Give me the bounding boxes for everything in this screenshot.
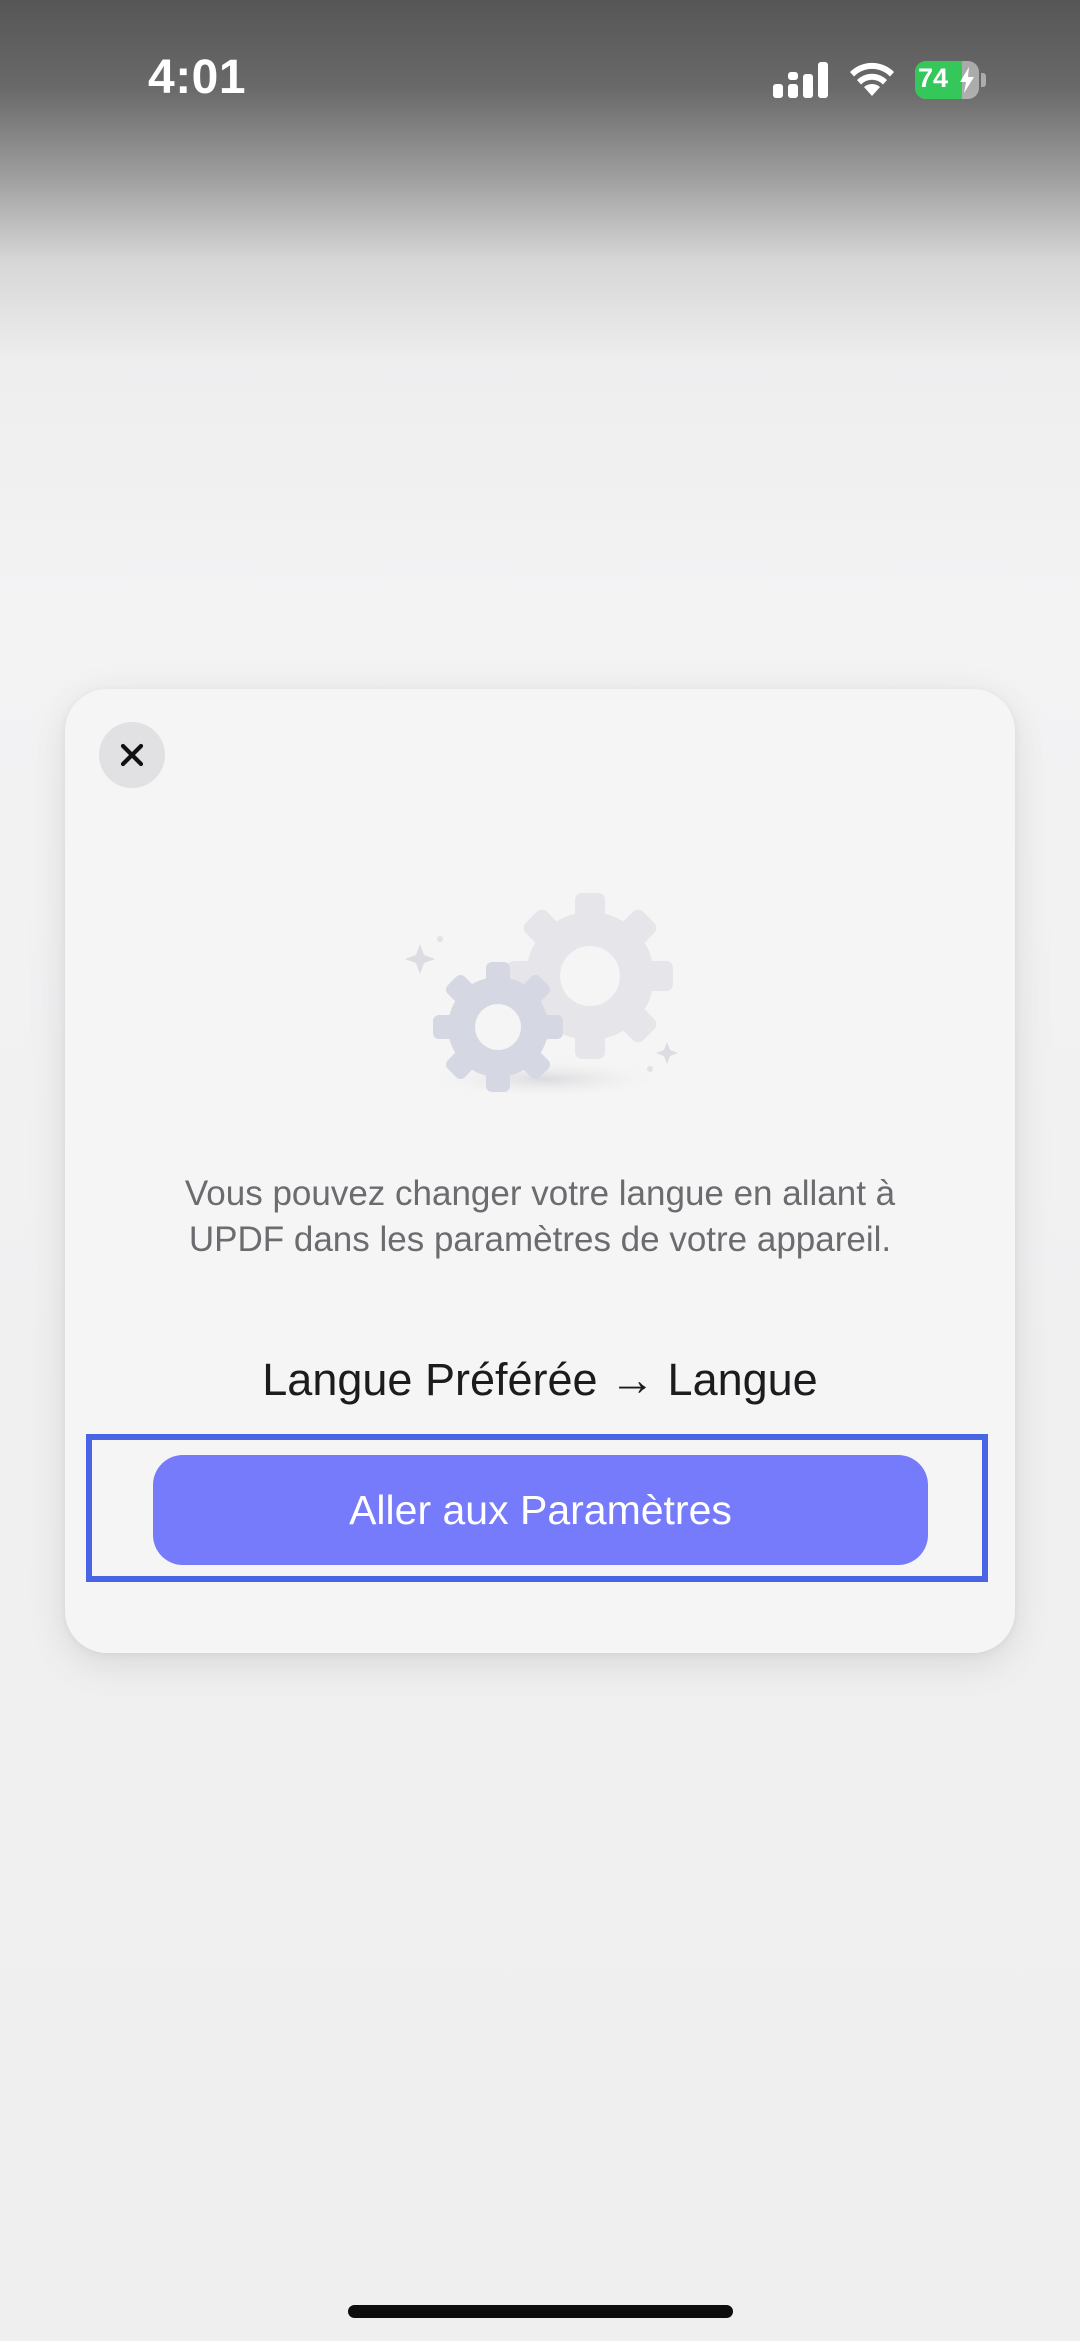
battery-icon: 74: [915, 61, 986, 99]
cellular-signal-icon: [773, 62, 828, 98]
status-bar: 4:01 74: [0, 0, 1080, 160]
battery-cap: [981, 73, 986, 87]
status-time: 4:01: [148, 51, 247, 104]
home-indicator: [348, 2305, 733, 2318]
settings-path: Langue Préférée → Langue: [262, 1354, 818, 1405]
language-dialog: Vous pouvez changer votre langue en alla…: [65, 689, 1015, 1653]
battery-level: 74: [918, 63, 949, 93]
charging-bolt-icon: [960, 67, 974, 93]
instruction-message: Vous pouvez changer votre langue en alla…: [184, 1174, 896, 1259]
close-icon: [120, 743, 144, 767]
gears-icon: [405, 893, 678, 1097]
go-to-settings-button[interactable]: Aller aux Paramètres: [153, 1455, 928, 1565]
battery-body: 74: [915, 61, 979, 99]
wifi-icon: [850, 62, 894, 96]
close-button[interactable]: [99, 722, 165, 788]
